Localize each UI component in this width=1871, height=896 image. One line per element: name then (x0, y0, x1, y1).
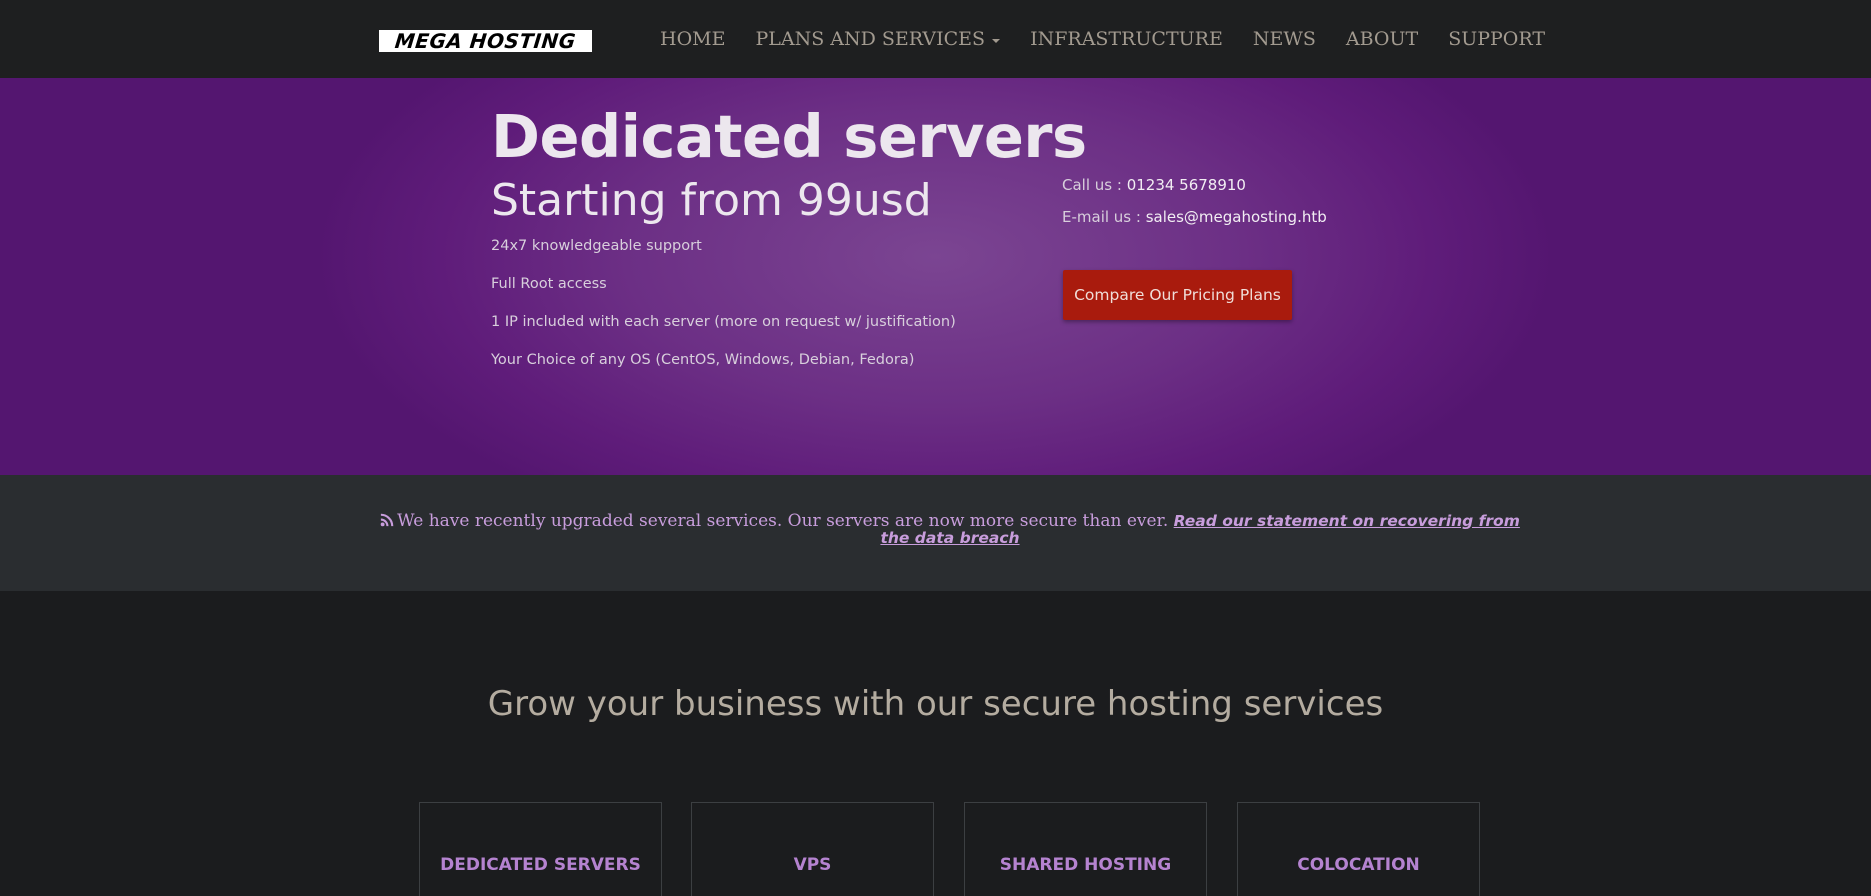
service-card-title: VPS (793, 855, 832, 875)
hero-banner: Dedicated servers Starting from 99usd 24… (0, 78, 1871, 475)
phone-line: Call us : 01234 5678910 (1062, 176, 1327, 208)
announcement-text: We have recently upgraded several servic… (397, 511, 1174, 531)
feature-item: 24x7 knowledgeable support (491, 238, 702, 254)
nav-infrastructure[interactable]: INFRASTRUCTURE (1030, 28, 1223, 50)
compare-pricing-button[interactable]: Compare Our Pricing Plans (1063, 270, 1292, 320)
rss-icon (380, 513, 394, 527)
service-card-shared-hosting[interactable]: SHARED HOSTING (964, 802, 1207, 896)
hero-title: Dedicated servers (491, 102, 1087, 171)
feature-item: Your Choice of any OS (CentOS, Windows, … (491, 352, 915, 368)
feature-list: 24x7 knowledgeable support Full Root acc… (491, 238, 956, 390)
service-card-colocation[interactable]: COLOCATION (1237, 802, 1480, 896)
feature-item: Full Root access (491, 276, 607, 292)
main-nav: HOME PLANS AND SERVICES INFRASTRUCTURE N… (660, 0, 1545, 78)
announcement-text-block: We have recently upgraded several servic… (380, 513, 1520, 547)
contact-info: Call us : 01234 5678910 E-mail us : sale… (1062, 176, 1327, 240)
phone-number[interactable]: 01234 5678910 (1127, 176, 1246, 194)
announcement-bar: We have recently upgraded several servic… (0, 475, 1871, 591)
email-address[interactable]: sales@megahosting.htb (1146, 208, 1327, 226)
email-label: E-mail us : (1062, 208, 1146, 226)
hero-subtitle: Starting from 99usd (491, 175, 932, 226)
services-heading: Grow your business with our secure hosti… (487, 684, 1384, 724)
brand-logo-text: MEGA HOSTING (393, 30, 578, 52)
nav-plans-label: PLANS AND SERVICES (755, 28, 986, 50)
nav-news[interactable]: NEWS (1253, 28, 1316, 50)
phone-label: Call us : (1062, 176, 1127, 194)
nav-plans-and-services[interactable]: PLANS AND SERVICES (755, 28, 1001, 50)
email-line: E-mail us : sales@megahosting.htb (1062, 208, 1327, 240)
service-card-dedicated-servers[interactable]: DEDICATED SERVERS (419, 802, 662, 896)
service-card-title: COLOCATION (1297, 855, 1420, 875)
service-card-vps[interactable]: VPS (691, 802, 934, 896)
navbar: MEGA HOSTING HOME PLANS AND SERVICES INF… (0, 0, 1871, 78)
brand-logo[interactable]: MEGA HOSTING (379, 30, 592, 52)
caret-down-icon (992, 38, 1001, 43)
service-card-title: DEDICATED SERVERS (440, 855, 641, 875)
nav-home[interactable]: HOME (660, 28, 725, 50)
service-card-title: SHARED HOSTING (999, 855, 1172, 875)
nav-support[interactable]: SUPPORT (1448, 28, 1545, 50)
feature-item: 1 IP included with each server (more on … (491, 314, 956, 330)
nav-about[interactable]: ABOUT (1346, 28, 1418, 50)
